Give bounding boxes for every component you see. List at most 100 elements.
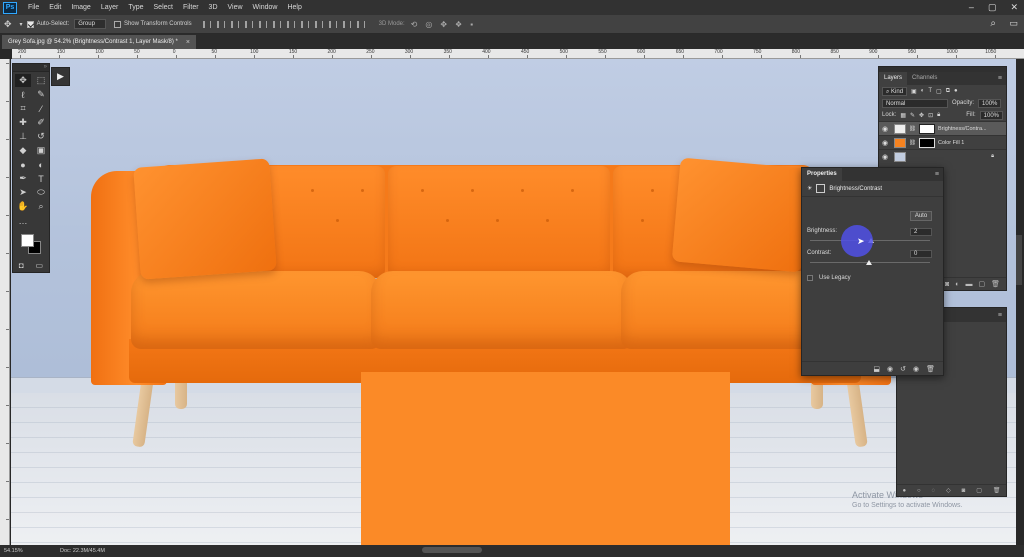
fill-input[interactable]: 100%	[979, 110, 1003, 120]
chevron-down-icon[interactable]: ▾	[20, 21, 23, 28]
menu-layer[interactable]: Layer	[96, 4, 124, 11]
layer-mask-thumb[interactable]	[918, 123, 935, 134]
distribute-left-icon[interactable]	[328, 20, 337, 28]
tab-layers[interactable]: Layers	[879, 72, 908, 85]
more-tools-icon[interactable]	[33, 214, 49, 227]
align-left-icon[interactable]	[244, 20, 253, 28]
vertical-ruler[interactable]	[0, 59, 10, 545]
tab-properties[interactable]: Properties	[802, 168, 842, 181]
blur-tool-icon[interactable]: ●	[15, 158, 31, 171]
auto-select-dropdown[interactable]: Group	[74, 19, 106, 29]
vertical-scrollbar[interactable]	[1016, 235, 1022, 285]
trash-icon[interactable]: 🗑︎	[926, 365, 935, 373]
menu-3d[interactable]: 3D	[204, 4, 223, 11]
menu-window[interactable]: Window	[248, 4, 283, 11]
path-select-icon[interactable]: ➤	[15, 186, 31, 199]
new-layer-icon[interactable]: ▢	[978, 280, 985, 288]
circle-outline-icon[interactable]: ○	[917, 488, 921, 494]
search-icon[interactable]: ⌕	[990, 18, 996, 29]
layer-row-color-fill[interactable]: ◉ ⛓︎ Color Fill 1	[879, 135, 1006, 149]
distribute-top-icon[interactable]	[286, 20, 295, 28]
chain-link-icon[interactable]: ⛓︎	[909, 126, 916, 132]
contrast-input[interactable]: 0	[910, 250, 932, 258]
new-icon[interactable]: ▢	[976, 487, 982, 494]
distribute-hcenter-icon[interactable]	[342, 20, 351, 28]
horizontal-scrollbar[interactable]	[422, 547, 482, 553]
toolbar-grip[interactable]: »	[13, 64, 49, 72]
history-brush-icon[interactable]: ↺	[33, 130, 49, 143]
filter-pixel-icon[interactable]: ▣	[911, 88, 917, 95]
close-icon[interactable]: ✕	[1010, 2, 1018, 13]
mask-icon[interactable]: ◙	[962, 488, 966, 494]
align-right-icon[interactable]	[272, 20, 281, 28]
workspace-icon[interactable]: ▭	[1009, 18, 1018, 29]
blend-mode-dropdown[interactable]: Normal	[882, 98, 948, 108]
chain-link-icon[interactable]: ⛓︎	[909, 140, 916, 146]
lock-all-icon[interactable]: 🔒︎	[937, 112, 940, 119]
minimize-icon[interactable]: –	[969, 2, 974, 13]
diamond-icon[interactable]: ◇	[946, 487, 951, 494]
new-adjustment-icon[interactable]: ◐	[955, 281, 959, 288]
screen-mode-icon[interactable]: ▭	[36, 261, 44, 270]
crop-tool-icon[interactable]: ⌗	[15, 102, 31, 115]
pen-tool-icon[interactable]: ✒	[15, 172, 31, 185]
marquee-tool-icon[interactable]: ⬚	[33, 74, 49, 87]
auto-button[interactable]: Auto	[910, 211, 932, 221]
dodge-tool-icon[interactable]: ◐	[33, 158, 49, 171]
filter-smart-icon[interactable]: ⧉	[946, 88, 950, 95]
kind-filter-dropdown[interactable]: ⌕ Kind	[882, 86, 908, 96]
zoom-tool-icon[interactable]: ⌕	[33, 200, 49, 213]
menu-type[interactable]: Type	[123, 4, 148, 11]
move-tool-icon[interactable]: ✥	[15, 74, 31, 87]
menu-select[interactable]: Select	[149, 4, 178, 11]
visibility-eye-icon[interactable]: ◉	[913, 365, 919, 373]
new-group-icon[interactable]: ▬	[965, 281, 972, 288]
visibility-eye-icon[interactable]: ◉	[882, 125, 891, 133]
adjustment-icon[interactable]: ☀︎	[807, 185, 812, 192]
visibility-eye-icon[interactable]: ◉	[882, 139, 891, 147]
lock-position-icon[interactable]: ✥	[919, 112, 924, 119]
close-tab-icon[interactable]: ×	[186, 39, 190, 46]
move-tool-icon[interactable]: ✥	[4, 19, 12, 30]
clip-to-layer-icon[interactable]: ⬓	[873, 365, 880, 373]
3d-roll-icon[interactable]: ◎	[425, 20, 432, 29]
contrast-slider-handle[interactable]	[866, 260, 872, 265]
more-tools-icon[interactable]: …	[15, 214, 31, 227]
document-tab[interactable]: Grey Sofa.jpg @ 54.2% (Brightness/Contra…	[2, 35, 196, 49]
view-previous-icon[interactable]: ◉	[887, 365, 893, 373]
lock-transparent-icon[interactable]: ▦	[900, 112, 906, 119]
trash-icon[interactable]: 🗑︎	[991, 280, 1000, 288]
3d-rotate-icon[interactable]: ⟲	[411, 20, 418, 29]
opacity-input[interactable]: 100%	[978, 98, 1002, 108]
shape-tool-icon[interactable]: ⬭	[33, 186, 49, 199]
menu-help[interactable]: Help	[282, 4, 306, 11]
visibility-eye-icon[interactable]: ◉	[882, 153, 891, 161]
filter-adjustment-icon[interactable]: ◐	[921, 88, 925, 94]
filter-shape-icon[interactable]: ▢	[936, 88, 942, 95]
add-mask-icon[interactable]: ◙	[945, 281, 949, 288]
tab-channels[interactable]: Channels	[907, 72, 942, 85]
menu-edit[interactable]: Edit	[44, 4, 66, 11]
menu-filter[interactable]: Filter	[178, 4, 204, 11]
menu-image[interactable]: Image	[66, 4, 95, 11]
brightness-input[interactable]: 2	[910, 228, 932, 236]
filter-toggle-icon[interactable]: ●	[954, 88, 958, 94]
layer-row-background[interactable]: ◉ 🔒︎	[879, 149, 1006, 163]
brush-tool-icon[interactable]: ✐	[33, 116, 49, 129]
mask-icon[interactable]	[816, 184, 826, 193]
layer-mask-thumb[interactable]	[918, 137, 935, 148]
auto-select-checkbox[interactable]	[26, 20, 34, 28]
distribute-vcenter-icon[interactable]	[300, 20, 309, 28]
quick-mask-icon[interactable]: ◘	[19, 261, 24, 270]
trash-icon[interactable]: 🗑︎	[993, 487, 1001, 494]
align-top-icon[interactable]	[202, 20, 211, 28]
layer-row-brightness[interactable]: ◉ ⛓︎ Brightness/Contra...	[879, 121, 1006, 135]
align-hcenter-icon[interactable]	[258, 20, 267, 28]
panel-menu-icon[interactable]: ≡	[998, 72, 1006, 85]
panel-menu-icon[interactable]: ≡	[998, 312, 1002, 319]
show-transform-checkbox[interactable]	[113, 20, 121, 28]
maximize-icon[interactable]: ▢	[988, 2, 997, 13]
reset-icon[interactable]: ↺	[900, 365, 906, 373]
3d-slide-icon[interactable]: ❖	[455, 20, 462, 29]
foreground-color-swatch[interactable]	[21, 234, 34, 247]
